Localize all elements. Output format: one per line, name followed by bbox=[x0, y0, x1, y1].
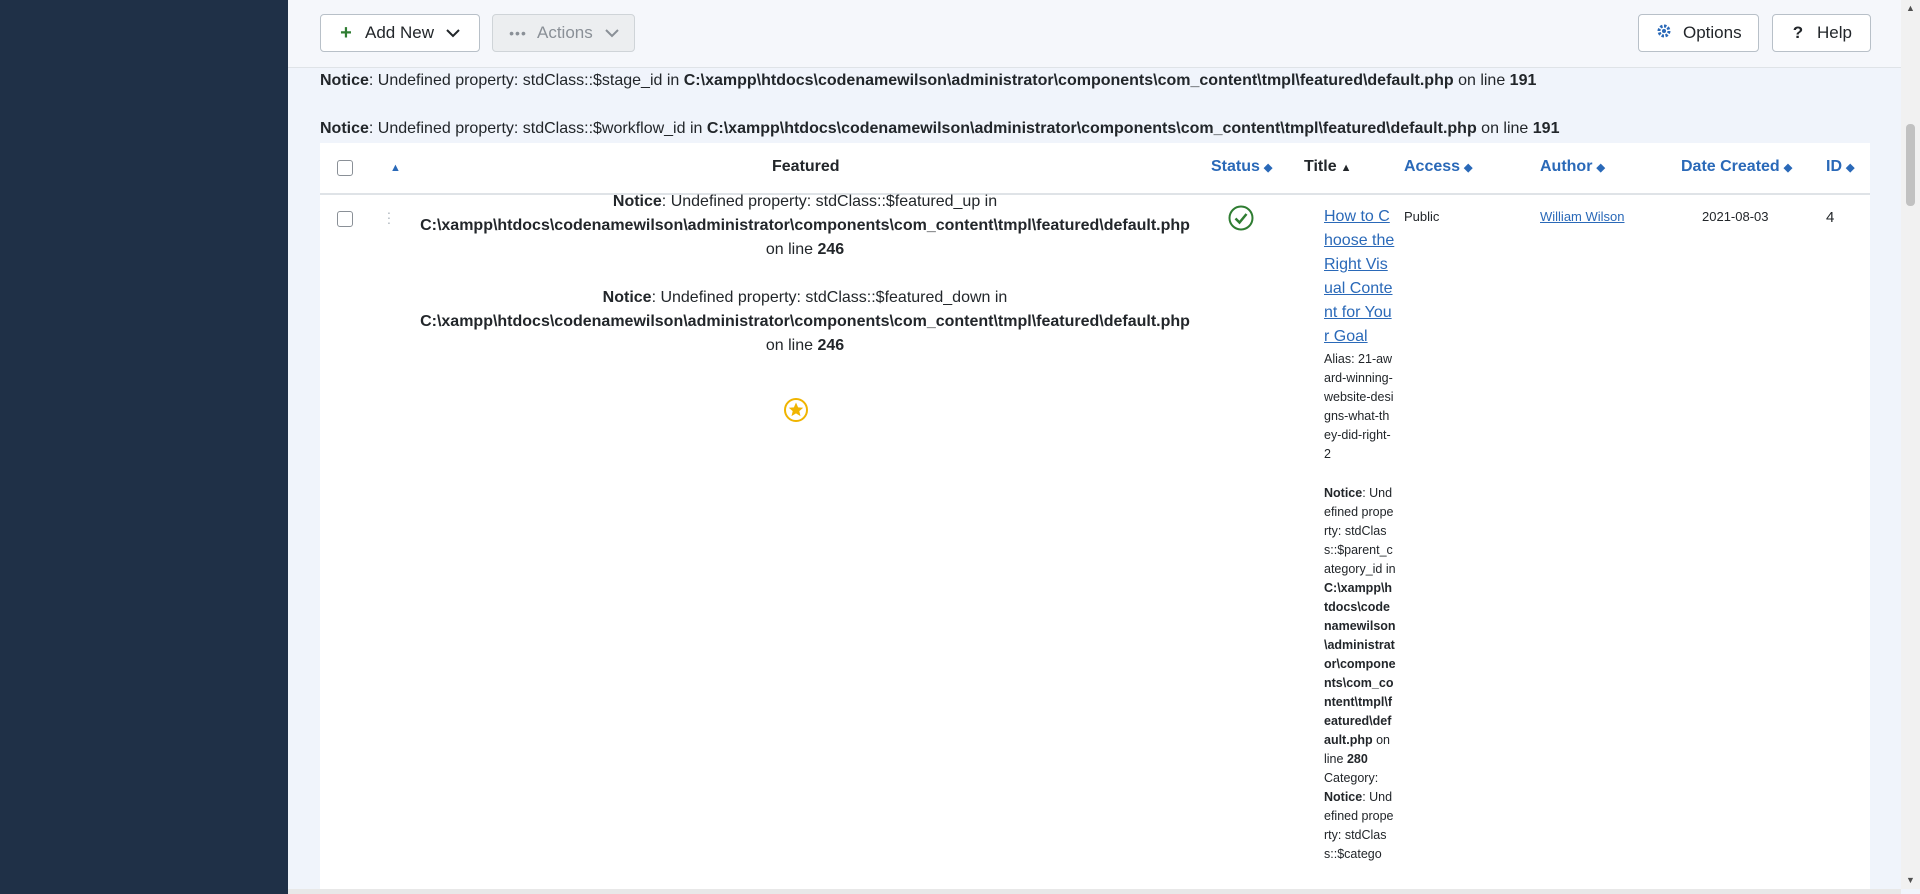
header-title[interactable]: Title ▲ bbox=[1304, 158, 1352, 176]
date-created-cell: 2021-08-03 bbox=[1702, 209, 1769, 224]
header-date-created-label: Date Created bbox=[1681, 158, 1780, 175]
actions-label: Actions bbox=[537, 23, 593, 42]
notice-text: : Undefined property: stdClass::$feature… bbox=[661, 193, 998, 210]
notice-label: Notice bbox=[1324, 486, 1363, 500]
sort-icon: ◆ bbox=[1783, 162, 1793, 174]
question-icon: ? bbox=[1792, 23, 1804, 42]
toolbar: + Add New ••• Actions Options ? Help bbox=[288, 0, 1901, 68]
vertical-scrollbar[interactable]: ▲ ▼ bbox=[1901, 0, 1920, 889]
notice-line-number: 246 bbox=[817, 337, 845, 354]
ellipsis-icon: ••• bbox=[509, 25, 527, 41]
header-status-label: Status bbox=[1211, 158, 1260, 175]
notice-label: Notice bbox=[612, 193, 662, 210]
notice-text: : Undefined property: stdClass::$workflo… bbox=[368, 120, 707, 137]
plus-icon: + bbox=[340, 21, 352, 44]
notice-line-number: 246 bbox=[817, 241, 845, 258]
notice-on-line: on line bbox=[1453, 72, 1510, 89]
header-featured: Featured bbox=[772, 158, 840, 175]
options-label: Options bbox=[1683, 23, 1742, 42]
notice-label: Notice bbox=[1324, 790, 1363, 804]
main-content: + Add New ••• Actions Options ? Help Not… bbox=[288, 0, 1901, 889]
sort-icon: ▲ bbox=[390, 162, 401, 174]
notice-parent-category: Notice: Undefined property: stdClass::$p… bbox=[1324, 484, 1396, 769]
chevron-down-icon[interactable] bbox=[446, 23, 460, 43]
header-access-label: Access bbox=[1404, 158, 1461, 175]
article-alias: Alias: 21-award-winning-website-designs-… bbox=[1324, 352, 1394, 461]
sort-icon: ◆ bbox=[1596, 162, 1605, 174]
horizontal-scrollbar[interactable] bbox=[288, 889, 1901, 894]
notice-workflow-id: Notice: Undefined property: stdClass::$w… bbox=[320, 120, 1559, 138]
scroll-down-icon[interactable]: ▼ bbox=[1906, 876, 1915, 885]
help-button[interactable]: ? Help bbox=[1772, 14, 1871, 52]
header-id-label: ID bbox=[1826, 158, 1842, 175]
header-author[interactable]: Author ◆ bbox=[1540, 158, 1605, 176]
add-new-label: Add New bbox=[365, 23, 434, 42]
featured-cell: Notice: Undefined property: stdClass::$f… bbox=[410, 190, 1200, 358]
sidebar bbox=[0, 0, 288, 894]
notice-label: Notice bbox=[602, 289, 652, 306]
notice-on-line: on line bbox=[765, 241, 818, 258]
header-title-label: Title bbox=[1304, 158, 1337, 175]
header-author-label: Author bbox=[1540, 158, 1593, 175]
notice-path: C:\xampp\htdocs\codenamewilson\administr… bbox=[420, 217, 1190, 234]
title-cell: How to Choose the Right Visual Content f… bbox=[1324, 205, 1396, 864]
category-label: Category: bbox=[1324, 771, 1379, 785]
notice-text: : Undefined property: stdClass::$stage_i… bbox=[368, 72, 684, 89]
row-checkbox[interactable] bbox=[337, 211, 353, 227]
articles-table: ▲ Featured Status ◆ Title ▲ Access ◆ Author… bbox=[320, 143, 1870, 889]
drag-handle-icon[interactable]: ... bbox=[387, 202, 391, 226]
notice-label: Notice bbox=[320, 120, 369, 137]
ordering-sort-header[interactable]: ▲ bbox=[386, 158, 401, 176]
help-label: Help bbox=[1817, 23, 1852, 42]
published-check-icon[interactable] bbox=[1228, 205, 1254, 231]
scroll-up-icon[interactable]: ▲ bbox=[1906, 4, 1915, 13]
notice-stage-id: Notice: Undefined property: stdClass::$s… bbox=[320, 72, 1536, 90]
sort-asc-icon: ▲ bbox=[1340, 162, 1352, 174]
author-link[interactable]: William Wilson bbox=[1540, 209, 1625, 224]
sort-icon: ◆ bbox=[1464, 162, 1473, 174]
notice-line-number: 191 bbox=[1532, 120, 1560, 137]
notice-text: : Undefined property: stdClass::$feature… bbox=[651, 289, 1008, 306]
notice-label: Notice bbox=[320, 72, 369, 89]
notice-featured-up: Notice: Undefined property: stdClass::$f… bbox=[410, 190, 1200, 262]
options-button[interactable]: Options bbox=[1638, 14, 1759, 52]
header-access[interactable]: Access ◆ bbox=[1404, 158, 1473, 176]
article-title-link[interactable]: How to Choose the Right Visual Content f… bbox=[1324, 208, 1394, 345]
notice-on-line: on line bbox=[765, 337, 818, 354]
header-status[interactable]: Status ◆ bbox=[1211, 158, 1272, 176]
notice-on-line: on line bbox=[1476, 120, 1533, 137]
gear-icon bbox=[1653, 23, 1675, 44]
notice-path: C:\xampp\htdocs\codenamewilson\administr… bbox=[420, 313, 1190, 330]
table-header: ▲ Featured Status ◆ Title ▲ Access ◆ Author… bbox=[320, 143, 1870, 195]
notice-category: Notice: Undefined property: stdClass::$c… bbox=[1324, 788, 1396, 864]
sort-icon: ◆ bbox=[1846, 162, 1855, 174]
notice-path: C:\xampp\htdocs\codenamewilson\administr… bbox=[683, 72, 1454, 89]
notice-featured-down: Notice: Undefined property: stdClass::$f… bbox=[410, 286, 1200, 358]
author-name[interactable]: William Wilson bbox=[1540, 209, 1625, 224]
chevron-down-icon bbox=[605, 23, 619, 43]
featured-star-icon[interactable] bbox=[784, 398, 808, 422]
header-date-created[interactable]: Date Created ◆ bbox=[1681, 158, 1792, 176]
notice-line-number: 280 bbox=[1346, 752, 1368, 766]
sort-icon: ◆ bbox=[1263, 162, 1273, 174]
id-cell: 4 bbox=[1826, 209, 1835, 226]
select-all-checkbox[interactable] bbox=[337, 160, 353, 176]
notice-line-number: 191 bbox=[1509, 72, 1537, 89]
notice-path: C:\xampp\htdocs\codenamewilson\administr… bbox=[1324, 581, 1396, 747]
header-id[interactable]: ID ◆ bbox=[1826, 158, 1854, 176]
access-cell: Public bbox=[1404, 209, 1440, 224]
notice-path: C:\xampp\htdocs\codenamewilson\administr… bbox=[706, 120, 1477, 137]
actions-button[interactable]: ••• Actions bbox=[492, 14, 635, 52]
scrollbar-thumb[interactable] bbox=[1906, 124, 1915, 206]
add-new-button[interactable]: + Add New bbox=[320, 14, 480, 52]
